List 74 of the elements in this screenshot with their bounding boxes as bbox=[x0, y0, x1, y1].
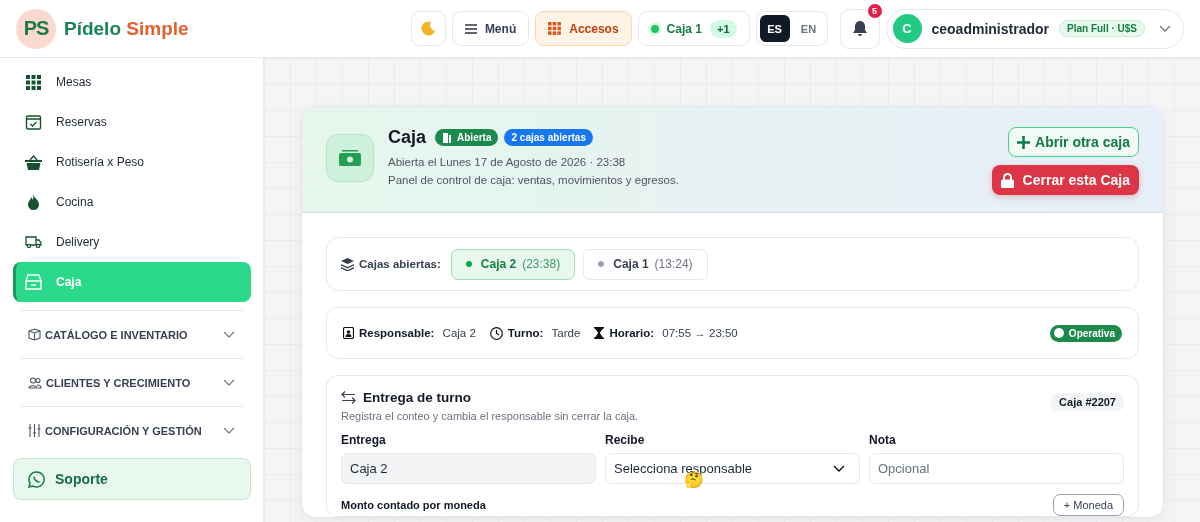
chevron-down-icon bbox=[223, 331, 235, 338]
bell-icon bbox=[851, 20, 868, 37]
caja-chip[interactable]: Caja 2 (23:38) bbox=[450, 248, 576, 280]
count-badge: +1 bbox=[709, 19, 737, 38]
theme-toggle-button[interactable] bbox=[410, 11, 446, 46]
avatar-icon: C bbox=[892, 14, 922, 43]
add-currency-button[interactable]: + Moneda bbox=[1052, 494, 1124, 516]
status-badge: Abierta bbox=[435, 129, 499, 146]
logo-icon: PS bbox=[16, 8, 56, 49]
plus-icon bbox=[1017, 135, 1031, 149]
status-badge: 2 cajas abiertas bbox=[504, 129, 593, 146]
chevron-down-icon bbox=[833, 465, 845, 472]
people-icon bbox=[28, 376, 42, 389]
door-icon bbox=[442, 132, 454, 143]
brand-name: Pídelo Simple bbox=[64, 17, 189, 40]
field-label: Nota bbox=[869, 433, 897, 447]
status-badge: Operativa bbox=[1049, 324, 1122, 342]
menu-icon bbox=[464, 23, 477, 34]
page-title: Caja bbox=[388, 127, 427, 148]
caja-selector-button[interactable]: Caja 1 +1 bbox=[637, 11, 750, 46]
swap-arrows-icon bbox=[341, 391, 356, 404]
sidebar-item[interactable]: Reservas bbox=[13, 102, 251, 142]
grid-icon bbox=[25, 74, 42, 90]
info-item: Horario: 07:55 → 23:50 bbox=[594, 327, 738, 339]
field-label: Recibe bbox=[605, 433, 646, 447]
support-button[interactable]: Soporte bbox=[13, 458, 251, 500]
chevron-down-icon bbox=[223, 379, 235, 386]
notification-badge: 5 bbox=[867, 3, 882, 18]
sidebar-section[interactable]: CATÁLOGO E INVENTARIO bbox=[21, 310, 243, 358]
basket-icon bbox=[25, 154, 42, 170]
input-field[interactable]: Opcional bbox=[869, 453, 1124, 484]
language-option[interactable]: ES bbox=[759, 15, 790, 42]
box-icon bbox=[28, 328, 41, 341]
moon-icon bbox=[420, 20, 437, 37]
calendar-icon bbox=[25, 114, 42, 130]
chevron-down-icon bbox=[1159, 25, 1171, 32]
layers-icon bbox=[341, 257, 354, 271]
language-option[interactable]: EN bbox=[793, 15, 824, 42]
caja-chip[interactable]: Caja 1 (13:24) bbox=[583, 248, 708, 280]
chevron-down-icon bbox=[223, 427, 235, 434]
sliders-icon bbox=[28, 424, 41, 437]
sidebar-item[interactable]: Rotisería x Peso bbox=[13, 142, 251, 182]
chat-icon bbox=[28, 470, 45, 488]
section-title: Entrega de turno bbox=[341, 390, 639, 405]
close-caja-button[interactable]: Cerrar esta Caja bbox=[991, 165, 1139, 195]
open-caja-button[interactable]: Abrir otra caja bbox=[1008, 127, 1139, 157]
open-boxes-label: Cajas abiertas: bbox=[341, 257, 441, 271]
info-item: Turno: Tarde bbox=[489, 326, 581, 340]
caja-number-tag: Caja #2207 bbox=[1051, 393, 1124, 411]
section-description: Registra el conteo y cambia el responsable sin cerrar la caja. bbox=[341, 410, 639, 422]
flame-icon bbox=[25, 194, 42, 210]
id-badge-icon bbox=[343, 327, 354, 339]
lock-icon bbox=[1000, 172, 1014, 188]
sidebar-item[interactable]: Mesas bbox=[13, 62, 251, 102]
grid-icon bbox=[548, 22, 562, 35]
input-field[interactable]: Caja 2 bbox=[341, 453, 596, 484]
clock-icon bbox=[489, 326, 503, 340]
plan-badge: Plan Full · U$S bbox=[1059, 20, 1145, 37]
cash-register-icon bbox=[25, 274, 42, 290]
truck-icon bbox=[25, 235, 42, 249]
sidebar-section[interactable]: CLIENTES Y CRECIMIENTO bbox=[21, 358, 243, 406]
menu-button[interactable]: Menú bbox=[451, 11, 530, 46]
field-label: Entrega bbox=[341, 433, 387, 447]
info-item: Responsable: Caja 2 bbox=[343, 327, 476, 339]
banknote-icon bbox=[339, 150, 361, 166]
hourglass-icon bbox=[594, 327, 605, 339]
panel-description: Panel de control de caja: ventas, movimientos y egresos. bbox=[388, 173, 680, 187]
user-menu-button[interactable]: C ceoadministrador Plan Full · U$S bbox=[885, 8, 1184, 49]
opened-date: Abierta el Lunes 17 de Agosto de 2026 · 23:38 bbox=[388, 155, 627, 169]
sidebar-item[interactable]: Cocina bbox=[13, 182, 251, 222]
amount-label: Monto contado por moneda bbox=[341, 499, 486, 511]
sidebar-section[interactable]: CONFIGURACIÓN Y GESTIÓN bbox=[21, 406, 243, 454]
accesos-button[interactable]: Accesos bbox=[535, 11, 632, 46]
sidebar-item[interactable]: Delivery bbox=[13, 222, 251, 262]
